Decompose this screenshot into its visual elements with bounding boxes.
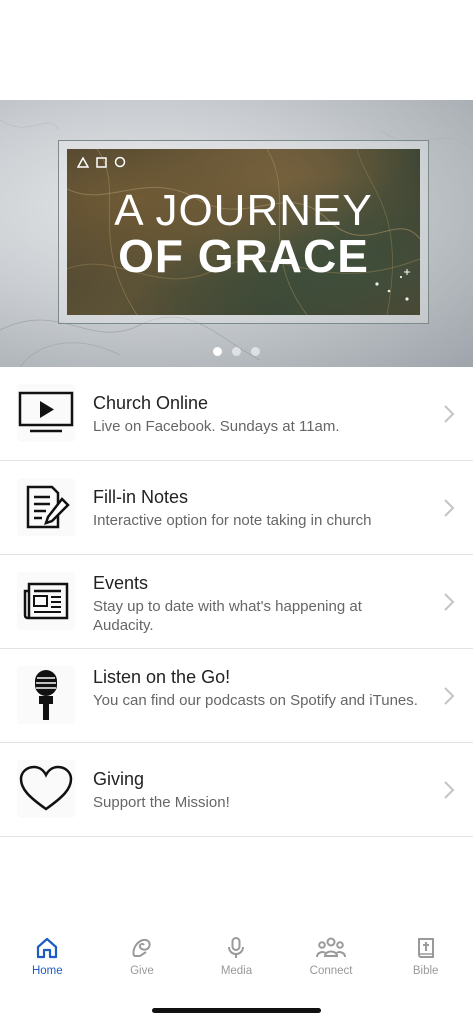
tab-label: Bible [412,965,439,977]
tab-label: Home [31,965,63,977]
list-item-events[interactable]: Events Stay up to date with what's happe… [0,555,473,649]
circle-icon [114,156,126,168]
pager-dot-3[interactable] [251,347,260,356]
hero-banner-art: A JOURNEY OF GRACE [67,149,420,315]
pager-dot-1[interactable] [213,347,222,356]
list-item-title: Fill-in Notes [93,487,189,507]
list-item-subtitle: Support the Mission! [93,794,230,811]
chevron-right-icon [444,499,455,517]
chevron-right-icon [444,687,455,705]
bible-icon [417,938,434,958]
tab-bible[interactable]: Bible [378,930,473,990]
list-item-subtitle: You can find our podcasts on Spotify and… [93,692,418,709]
chevron-right-icon [444,405,455,423]
list-item-listen-on-the-go[interactable]: Listen on the Go! You can find our podca… [0,649,473,743]
heart-icon [17,760,75,818]
hero-title-line2: OF GRACE [118,230,369,282]
pager-dot-2[interactable] [232,347,241,356]
list-item-fill-in-notes[interactable]: Fill-in Notes Interactive option for not… [0,461,473,555]
tab-home[interactable]: Home [0,930,95,990]
list-item-title: Giving [93,769,145,789]
chevron-right-icon [444,781,455,799]
status-bar-area [0,0,473,100]
tab-give[interactable]: Give [95,930,190,990]
carousel-pager[interactable] [0,347,473,356]
home-indicator[interactable] [152,1008,321,1013]
microphone-icon [17,666,75,724]
hero-carousel[interactable]: A JOURNEY OF GRACE [0,100,473,367]
tab-label: Media [220,965,253,977]
triangle-icon [77,156,89,168]
tab-media[interactable]: Media [189,930,284,990]
list-item-subtitle: Live on Facebook. Sundays at 11am. [93,418,340,435]
chevron-right-icon [444,593,455,611]
bottom-tab-bar: Home Give Media Connect Bible [0,930,473,990]
people-icon [316,937,347,958]
newspaper-icon [17,572,75,630]
home-menu-list: Church Online Live on Facebook. Sundays … [0,367,473,837]
tab-connect[interactable]: Connect [284,930,379,990]
give-icon [132,938,151,957]
tab-label: Give [130,965,154,977]
tab-label: Connect [309,965,353,977]
notes-pencil-icon [17,478,75,536]
home-icon [37,937,58,959]
hero-shapes-logo [77,156,126,168]
list-item-subtitle: Stay up to date with what's happening at… [93,598,362,634]
list-item-giving[interactable]: Giving Support the Mission! [0,743,473,837]
list-item-title: Listen on the Go! [93,667,231,687]
list-item-subtitle: Interactive option for note taking in ch… [93,512,372,529]
square-icon [96,156,107,168]
hero-banner[interactable]: A JOURNEY OF GRACE [58,140,429,324]
microphone-icon [228,937,245,958]
list-item-title: Church Online [93,393,209,413]
list-item-title: Events [93,573,149,593]
tv-play-icon [17,384,75,442]
list-item-church-online[interactable]: Church Online Live on Facebook. Sundays … [0,367,473,461]
hero-title-line1: A JOURNEY [114,186,373,235]
